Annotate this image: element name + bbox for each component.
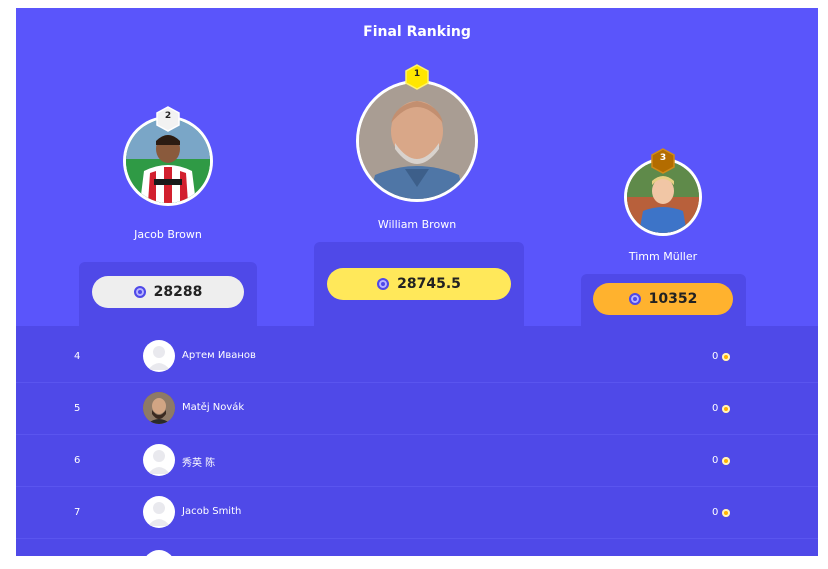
player-name: Артем Иванов	[182, 350, 256, 361]
podium-player-second[interactable]: 2 Jacob Brown	[108, 106, 228, 241]
list-item[interactable]: 7 Jacob Smith 0	[16, 486, 818, 539]
coin-icon	[722, 456, 731, 465]
score-pill-first: 28745.5	[327, 268, 511, 300]
ranking-list: 4 Артем Иванов 0 5 Matěj Novák 0 6 秀英 陈 …	[16, 326, 818, 556]
coin-icon	[628, 293, 641, 305]
list-item[interactable]: 5 Matěj Novák 0	[16, 382, 818, 435]
player-name: 秀英 陈	[182, 458, 216, 469]
rank-number: 2	[164, 111, 172, 121]
avatar: 3	[624, 148, 702, 236]
player-name: William Brown	[377, 218, 457, 231]
coin-icon	[377, 278, 390, 290]
podium-player-first[interactable]: 1 William Brown	[347, 64, 487, 231]
rank-number: 6	[74, 455, 81, 466]
player-name: Jacob Brown	[134, 228, 202, 241]
rank-badge-second: 2	[156, 106, 180, 132]
player-score: 0	[712, 403, 731, 414]
player-score: 0	[712, 507, 731, 518]
score-pill-second: 28288	[92, 276, 244, 308]
avatar	[143, 550, 175, 556]
coin-icon	[133, 286, 146, 298]
avatar	[143, 444, 175, 476]
avatar	[143, 496, 175, 528]
player-score: 28745.5	[397, 276, 461, 292]
list-item[interactable]	[16, 538, 818, 556]
player-score: 10352	[648, 291, 698, 307]
rank-badge-third: 3	[651, 148, 675, 174]
player-name: Timm Müller	[628, 250, 698, 263]
coin-icon	[722, 508, 731, 517]
player-name: Matěj Novák	[182, 402, 245, 413]
avatar	[143, 340, 175, 372]
final-ranking-screen: Final Ranking 2 Jacob Brown 28288 1 Will…	[16, 8, 818, 556]
list-item[interactable]: 6 秀英 陈 0	[16, 434, 818, 487]
rank-number: 5	[74, 403, 81, 414]
coin-icon	[722, 352, 731, 361]
podium-player-third[interactable]: 3 Timm Müller	[603, 148, 723, 263]
avatar	[143, 392, 175, 424]
list-item[interactable]: 4 Артем Иванов 0	[16, 330, 818, 383]
avatar: 2	[123, 106, 213, 206]
player-score: 0	[712, 351, 731, 362]
player-score: 28288	[153, 284, 203, 300]
coin-icon	[722, 404, 731, 413]
score-pill-third: 10352	[593, 283, 733, 315]
rank-number: 7	[74, 507, 81, 518]
rank-number: 3	[659, 153, 667, 163]
rank-number: 1	[413, 69, 421, 79]
rank-badge-first: 1	[405, 64, 429, 90]
rank-number: 4	[74, 351, 81, 362]
page-title: Final Ranking	[363, 24, 471, 40]
avatar: 1	[356, 64, 478, 202]
player-name: Jacob Smith	[182, 506, 242, 517]
player-score: 0	[712, 455, 731, 466]
